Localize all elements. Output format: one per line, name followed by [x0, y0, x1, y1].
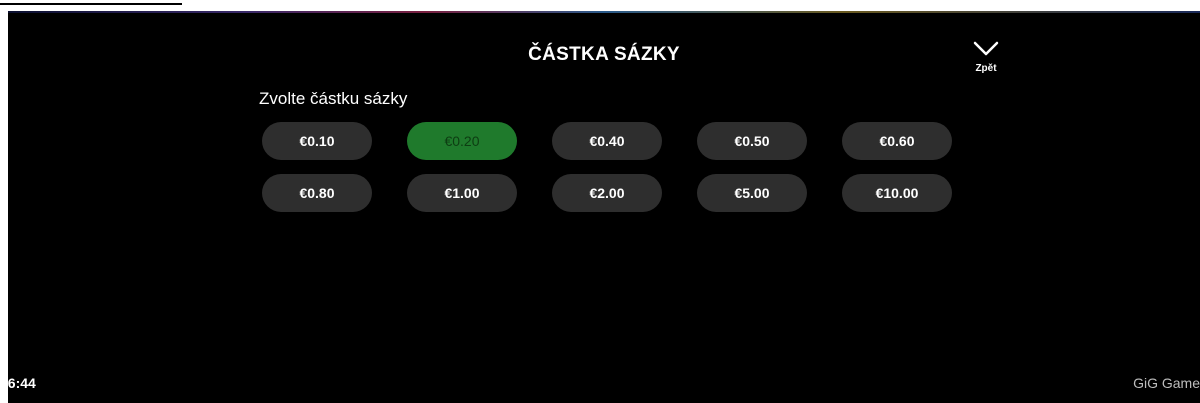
bet-amount-button[interactable]: €2.00	[552, 174, 662, 212]
clock: 16:44	[0, 375, 36, 391]
bet-amount-grid: €0.10 €0.20 €0.40 €0.50 €0.60 €0.80 €1.0…	[262, 122, 982, 212]
bet-amount-button-selected[interactable]: €0.20	[407, 122, 517, 160]
bet-amount-button[interactable]: €0.10	[262, 122, 372, 160]
bet-amount-button[interactable]: €0.80	[262, 174, 372, 212]
top-link[interactable]	[0, 0, 182, 5]
bet-amount-button[interactable]: €10.00	[842, 174, 952, 212]
bet-amount-button[interactable]: €0.60	[842, 122, 952, 160]
back-label: Zpět	[975, 63, 997, 74]
bet-amount-button[interactable]: €1.00	[407, 174, 517, 212]
bet-amount-button[interactable]: €5.00	[697, 174, 807, 212]
bet-amount-overlay: ČÁSTKA SÁZKY Zpět Zvolte částku sázky €0…	[8, 13, 1200, 403]
chevron-down-icon	[973, 41, 999, 56]
back-button[interactable]: Zpět	[964, 38, 1008, 84]
top-link-strip	[0, 0, 1200, 11]
bet-amount-subtitle: Zvolte částku sázky	[259, 89, 408, 108]
brand-label: GiG Game	[1133, 375, 1200, 391]
bet-amount-button[interactable]: €0.40	[552, 122, 662, 160]
overlay-title: ČÁSTKA SÁZKY	[528, 44, 680, 65]
bet-amount-button[interactable]: €0.50	[697, 122, 807, 160]
